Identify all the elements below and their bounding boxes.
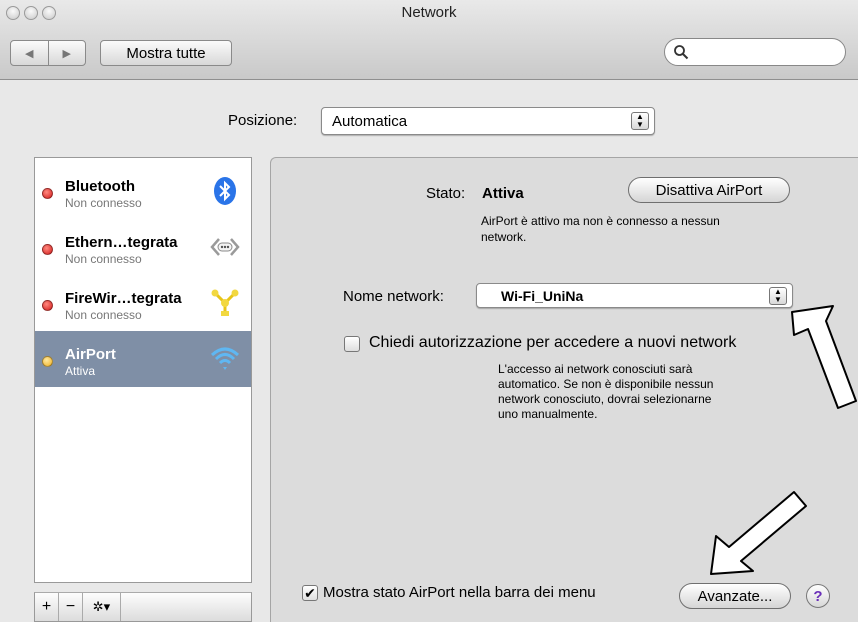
service-item-ethernet[interactable]: Ethern…tegrata Non connesso [35, 219, 251, 275]
ask-join-checkbox[interactable] [344, 336, 360, 352]
status-dot [42, 244, 53, 255]
popup-arrows-icon: ▲ ▼ [631, 112, 649, 130]
service-item-bluetooth[interactable]: Bluetooth Non connesso [35, 163, 251, 219]
show-status-label: Mostra stato AirPort nella barra dei men… [323, 584, 596, 601]
location-label: Posizione: [228, 112, 298, 129]
bluetooth-icon [214, 177, 236, 205]
ethernet-icon [210, 238, 240, 256]
service-status: Non connesso [65, 308, 142, 322]
forward-button[interactable]: ▶ [47, 41, 86, 65]
window-toolbar: Network ◀ ▶ Mostra tutte [0, 0, 858, 80]
firewire-icon [211, 289, 239, 316]
remove-service-button[interactable]: − [59, 593, 83, 621]
nav-segmented-control: ◀ ▶ [10, 40, 86, 66]
status-description-line1: AirPort è attivo ma non è connesso a nes… [481, 214, 720, 228]
service-status: Non connesso [65, 196, 142, 210]
service-name: Ethern…tegrata [65, 234, 178, 251]
ask-join-label: Chiedi autorizzazione per accedere a nuo… [369, 334, 737, 351]
window-title: Network [401, 4, 457, 21]
location-value: Automatica [332, 112, 408, 130]
service-name: FireWir…tegrata [65, 290, 182, 307]
popup-arrows-icon: ▲ ▼ [769, 286, 787, 305]
ask-join-desc-line4: uno manualmente. [498, 407, 598, 421]
status-value: Attiva [482, 185, 524, 202]
status-description-line2: network. [481, 230, 527, 244]
search-field[interactable] [664, 38, 846, 66]
service-status: Non connesso [65, 252, 142, 266]
service-status: Attiva [65, 364, 96, 378]
show-all-button[interactable]: Mostra tutte [100, 40, 232, 66]
status-dot [42, 356, 53, 367]
ask-join-desc-line2: automatico. Se non è disponibile nessun [498, 377, 714, 391]
back-button[interactable]: ◀ [11, 41, 48, 65]
help-button[interactable]: ? [806, 584, 830, 608]
search-icon [674, 45, 689, 60]
network-name-label: Nome network: [343, 288, 444, 305]
status-label: Stato: [426, 185, 466, 202]
service-list: Bluetooth Non connesso Ethern…tegrata No… [34, 157, 252, 583]
show-status-checkbox[interactable]: ✔ [302, 585, 318, 601]
ask-join-desc-line3: network conosciuto, dovrai selezionarne [498, 392, 712, 406]
service-name: AirPort [65, 346, 116, 363]
action-gear-button[interactable]: ✲▾ [83, 593, 121, 621]
advanced-button[interactable]: Avanzate... [679, 583, 791, 609]
service-item-firewire[interactable]: FireWir…tegrata Non connesso [35, 275, 251, 331]
add-service-button[interactable]: + [35, 593, 59, 621]
network-name-popup[interactable]: Wi-Fi_UniNa ▲ ▼ [476, 283, 793, 308]
service-name: Bluetooth [65, 178, 135, 195]
ask-join-desc-line1: L'accesso ai network conosciuti sarà [498, 362, 693, 376]
network-name-value: Wi-Fi_UniNa [501, 287, 584, 304]
wifi-icon [210, 347, 240, 370]
status-dot [42, 300, 53, 311]
status-dot [42, 188, 53, 199]
checkmark-icon: ✔ [304, 585, 316, 601]
location-popup[interactable]: Automatica ▲ ▼ [321, 107, 655, 135]
service-item-airport[interactable]: AirPort Attiva [35, 331, 251, 387]
service-list-controls: + − ✲▾ [34, 592, 252, 622]
toggle-airport-button[interactable]: Disattiva AirPort [628, 177, 790, 203]
